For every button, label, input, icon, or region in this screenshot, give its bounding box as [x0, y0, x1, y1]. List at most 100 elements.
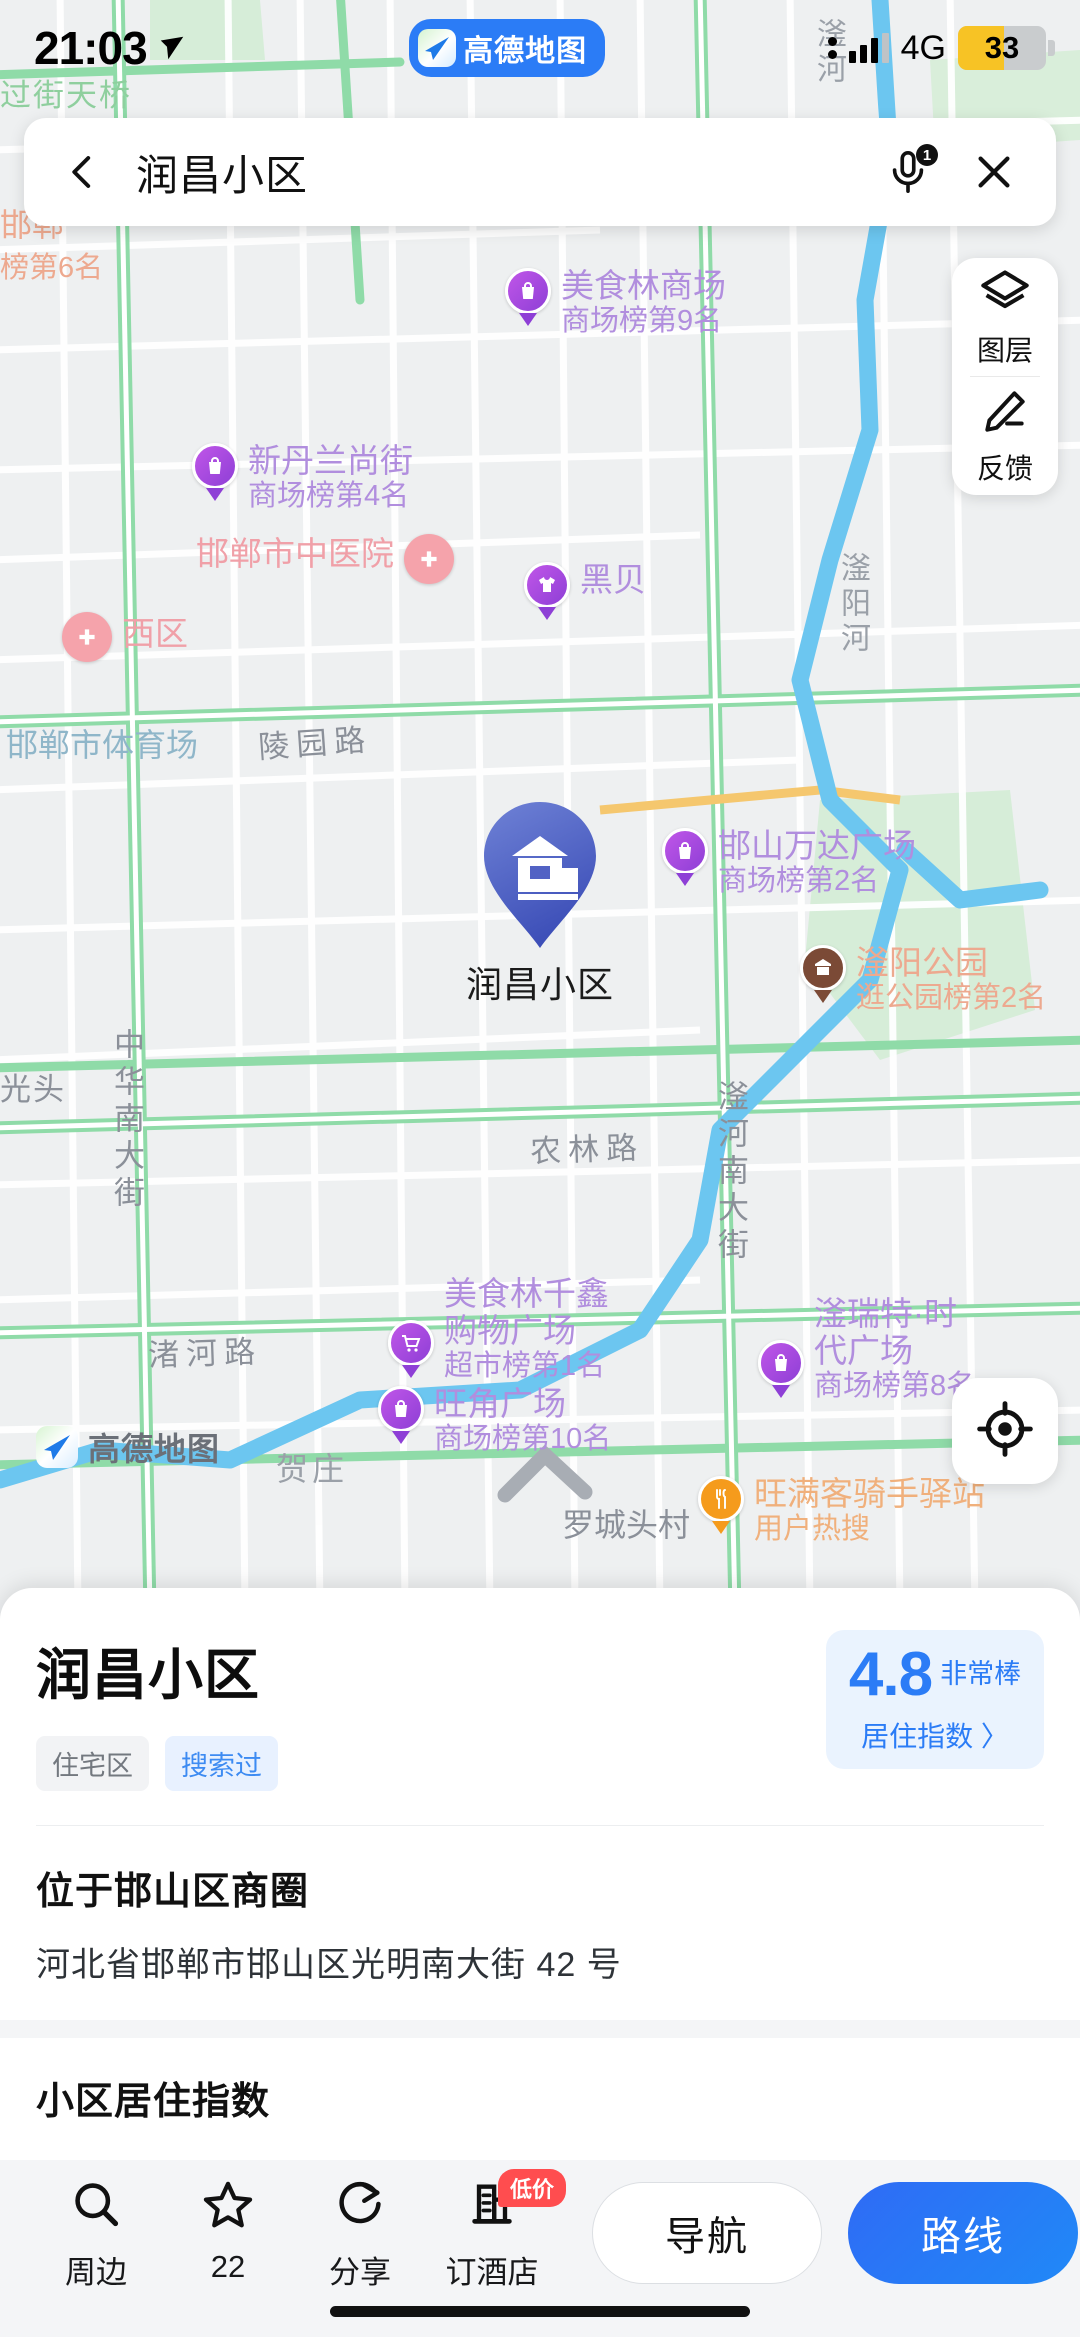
divider	[36, 1825, 1044, 1826]
share-label: 分享	[329, 2255, 391, 2290]
icon-action-group: 周边 22 分享 低价 订酒店	[30, 2169, 567, 2292]
poi-name: 黑贝	[580, 561, 646, 598]
amap-app-chip[interactable]: 高德地图	[409, 19, 606, 77]
area-label-stadium: 邯郸市体育场	[6, 727, 199, 763]
microphone-icon[interactable]: 1	[876, 140, 940, 204]
map-poi[interactable]: 新丹兰尚街 商场榜第4名	[192, 442, 413, 512]
building-icon	[480, 800, 600, 950]
page-title: 润昌小区	[36, 1644, 261, 1706]
poi-sub: 商场榜第8名	[814, 1369, 976, 1402]
status-time: 21:03	[34, 22, 148, 74]
poi-name-line2: 购物广场	[444, 1311, 576, 1349]
poi-name: 滏瑞特·时	[814, 1295, 957, 1332]
poi-name-line2: 代广场	[814, 1331, 913, 1369]
river-label: 滏阳河	[836, 552, 869, 657]
nearby-label: 周边	[65, 2255, 127, 2290]
poi-name: 邯郸市中医院	[196, 535, 394, 572]
residential-index-title: 小区居住指数	[36, 2081, 271, 2123]
score-card[interactable]: 4.8 非常棒 居住指数 〉	[826, 1630, 1044, 1769]
locate-me-button[interactable]	[952, 1378, 1058, 1484]
road-label-lingyuan: 陵园路	[257, 722, 374, 765]
poi-sub: 超市榜第1名	[444, 1349, 606, 1382]
poi-name: 旺满客骑手驿站	[754, 1475, 985, 1512]
amap-logo-icon	[418, 29, 457, 67]
pencil-icon	[980, 386, 1030, 441]
shopping-bag-icon	[758, 1340, 804, 1398]
area-label-rank6-clipped: 榜第6名	[0, 252, 104, 284]
fork-spoon-icon	[698, 1476, 744, 1534]
shopping-bag-icon	[192, 443, 238, 501]
poi-sub: 用户热搜	[754, 1512, 871, 1545]
map-poi[interactable]: 邯山万达广场 商场榜第2名	[662, 827, 916, 897]
chevron-left-icon[interactable]	[54, 143, 112, 201]
score-top: 4.8 非常棒	[826, 1644, 1044, 1706]
book-hotel-button[interactable]: 低价 订酒店	[426, 2169, 567, 2292]
road-label-zhuhe: 渚河路	[147, 1334, 263, 1373]
section-gap	[0, 2020, 1080, 2038]
network-type-label: 4G	[900, 28, 946, 67]
share-button[interactable]: 分享	[294, 2178, 426, 2292]
status-bar-left: 21:03	[34, 21, 187, 75]
poi-name: 滏阳公园	[856, 944, 988, 981]
poi-name: 邯山万达广场	[718, 827, 916, 864]
map-tool-panel[interactable]: 图层 反馈	[952, 258, 1058, 495]
poi-name: 西区	[122, 615, 188, 652]
layers-button[interactable]: 图层	[952, 258, 1058, 376]
crosshair-icon	[976, 1400, 1034, 1463]
battery-indicator: 33	[957, 26, 1055, 70]
search-bar[interactable]: 润昌小区 1	[24, 118, 1056, 226]
poi-name: 美食林商场	[561, 267, 726, 304]
close-icon[interactable]	[962, 140, 1026, 204]
feedback-label: 反馈	[976, 452, 1033, 484]
route-button[interactable]: 路线	[848, 2182, 1078, 2284]
shopping-bag-icon	[662, 828, 708, 886]
place-header-left: 润昌小区 住宅区 搜索过	[36, 1630, 278, 1791]
search-input[interactable]: 润昌小区	[136, 142, 876, 203]
amap-watermark-label: 高德地图	[88, 1431, 221, 1467]
nearby-button[interactable]: 周边	[30, 2178, 162, 2292]
hospital-cross-icon	[62, 612, 112, 662]
map-canvas[interactable]: 滏阳河 滏河 陵园路 农林路 渚河路 中华南大街 滏河南大街 过街天桥 光头 邯…	[0, 0, 1080, 1600]
road-label-zhonghua-south: 中华南大街	[109, 1028, 144, 1213]
business-district-label: 位于邯山区商圈	[36, 1871, 310, 1913]
map-poi[interactable]: 邯郸市中医院	[196, 534, 454, 584]
selected-place-label: 润昌小区	[465, 964, 614, 1005]
score-link[interactable]: 居住指数 〉	[826, 1715, 1044, 1755]
road-label-fuhe-south: 滏河南大街	[713, 1080, 748, 1265]
location-arrow-icon	[157, 33, 187, 63]
poi-sub: 商场榜第10名	[434, 1422, 612, 1455]
area-label-hezhuang: 贺庄	[276, 1451, 349, 1487]
feedback-button[interactable]: 反馈	[952, 377, 1058, 495]
shopping-bag-icon	[505, 268, 551, 326]
hospital-cross-icon	[404, 534, 454, 584]
layers-icon	[979, 266, 1031, 323]
primary-action-group: 导航 路线	[592, 2178, 1078, 2284]
address-label: 河北省邯郸市邯山区光明南大街 42 号	[36, 1946, 622, 1984]
low-price-badge: 低价	[498, 2169, 567, 2207]
layers-label: 图层	[976, 334, 1033, 366]
poi-sub: 商场榜第9名	[561, 304, 723, 337]
map-poi[interactable]: 西区	[62, 612, 188, 662]
temple-icon	[800, 945, 846, 1003]
navigate-button[interactable]: 导航	[592, 2182, 822, 2284]
home-indicator	[330, 2306, 750, 2317]
poi-sub: 商场榜第2名	[718, 864, 880, 897]
map-poi[interactable]: 滏阳公园 逛公园榜第2名	[800, 944, 1046, 1014]
poi-sub: 商场榜第4名	[248, 479, 410, 512]
favorite-button[interactable]: 22	[162, 2178, 294, 2292]
area-label-luochengtou: 罗城头村	[562, 1507, 691, 1543]
favorite-count: 22	[210, 2249, 246, 2284]
map-poi[interactable]: 美食林商场 商场榜第9名	[505, 267, 726, 337]
selected-place-marker[interactable]: 润昌小区	[440, 800, 640, 1008]
map-poi[interactable]: 旺角广场 商场榜第10名	[378, 1385, 612, 1455]
status-bar: 21:03 高德地图 4G 33	[0, 0, 1080, 96]
map-poi[interactable]: 旺满客骑手驿站 用户热搜	[698, 1475, 985, 1545]
map-poi[interactable]: 黑贝	[524, 561, 646, 620]
amap-chip-label: 高德地图	[463, 35, 588, 68]
map-poi[interactable]: 美食林千鑫 购物广场 超市榜第1名	[388, 1275, 609, 1382]
road-label-nonglin: 农林路	[529, 1130, 645, 1169]
road-label-guangtou: 光头	[0, 1072, 66, 1107]
mic-badge: 1	[916, 144, 938, 166]
map-poi[interactable]: 滏瑞特·时 代广场 商场榜第8名	[758, 1295, 976, 1402]
poi-name: 旺角广场	[434, 1385, 566, 1422]
